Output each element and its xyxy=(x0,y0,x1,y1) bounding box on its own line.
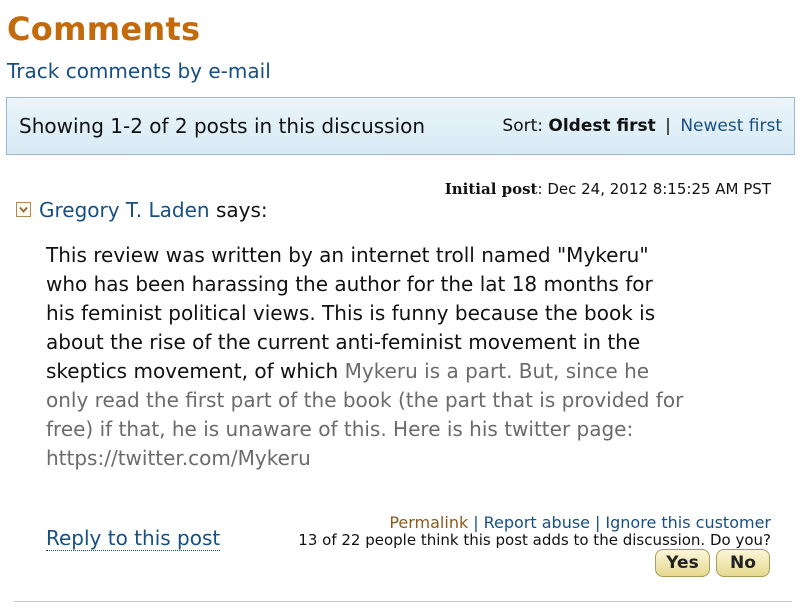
sort-oldest-first: Oldest first xyxy=(548,116,656,136)
post-actions: Permalink | Report abuse | Ignore this custo… xyxy=(389,513,771,532)
sort-label: Sort: xyxy=(502,116,543,136)
sort-separator: | xyxy=(665,116,671,136)
actions-separator: | xyxy=(473,513,479,532)
post-author-line: Gregory T. Laden says: xyxy=(39,198,268,222)
posts-count-text: Showing 1-2 of 2 posts in this discussio… xyxy=(19,114,426,138)
actions-separator: | xyxy=(595,513,601,532)
helpful-votes-text: 13 of 22 people think this post adds to … xyxy=(298,531,771,549)
sort-controls: Sort: Oldest first | Newest first xyxy=(502,116,782,136)
comments-title: Comments xyxy=(7,10,201,48)
sort-newest-first-link[interactable]: Newest first xyxy=(680,116,782,136)
vote-no-button[interactable]: No xyxy=(716,549,770,577)
says-label: says: xyxy=(215,198,268,222)
ignore-customer-link[interactable]: Ignore this customer xyxy=(605,513,771,532)
track-comments-link[interactable]: Track comments by e-mail xyxy=(7,59,271,83)
permalink-link[interactable]: Permalink xyxy=(389,513,468,532)
post-divider xyxy=(14,601,792,602)
post-date: Dec 24, 2012 8:15:25 AM PST xyxy=(547,180,771,198)
discussion-bar: Showing 1-2 of 2 posts in this discussio… xyxy=(6,97,795,155)
report-abuse-link[interactable]: Report abuse xyxy=(484,513,590,532)
collapse-toggle-icon[interactable] xyxy=(16,202,31,217)
meta-colon: : xyxy=(537,180,543,198)
post-meta: Initial post: Dec 24, 2012 8:15:25 AM PS… xyxy=(445,180,771,198)
vote-yes-button[interactable]: Yes xyxy=(655,549,710,577)
reply-to-post-link[interactable]: Reply to this post xyxy=(46,526,221,551)
post-body: This review was written by an internet t… xyxy=(46,241,686,473)
initial-post-label: Initial post xyxy=(444,180,538,198)
author-link[interactable]: Gregory T. Laden xyxy=(39,198,210,222)
